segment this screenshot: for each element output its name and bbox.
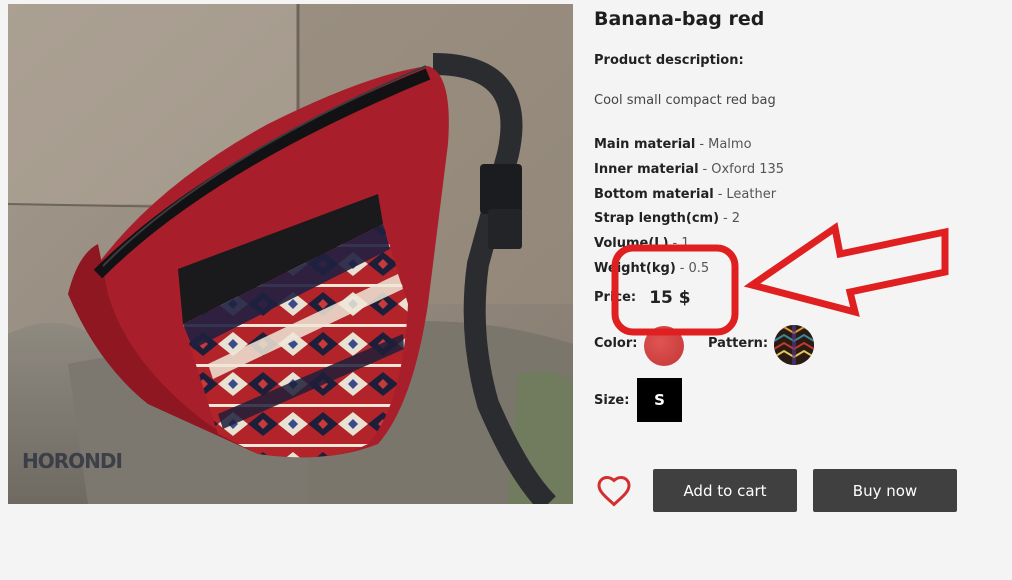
size-label: Size:	[594, 393, 630, 408]
spec-separator: -	[723, 211, 728, 227]
spec-key: Inner material	[594, 161, 699, 177]
spec-volume: Volume(L) -1	[594, 232, 784, 257]
description-heading: Product description:	[594, 53, 744, 68]
description-text: Cool small compact red bag	[594, 93, 776, 108]
product-image[interactable]: HORONDI	[8, 4, 573, 504]
color-swatch-red[interactable]	[644, 326, 684, 366]
product-photo-illustration	[8, 4, 573, 504]
wishlist-button[interactable]	[596, 473, 632, 509]
spec-separator: -	[679, 260, 685, 276]
spec-bottom-material: Bottom material - Leather	[594, 183, 784, 208]
spec-separator: -	[702, 161, 708, 177]
spec-key: Volume(L)	[594, 236, 669, 252]
spec-value: 1	[681, 236, 690, 252]
spec-value: Oxford 135	[711, 161, 785, 177]
spec-strap-length: Strap length(cm) -2	[594, 207, 784, 232]
color-label: Color:	[594, 336, 638, 351]
spec-value: 0.5	[688, 260, 710, 276]
spec-value: 2	[731, 211, 741, 227]
product-title: Banana-bag red	[594, 8, 765, 30]
spec-key: Main material	[594, 137, 696, 152]
size-option-s[interactable]: S	[637, 378, 682, 422]
spec-weight: Weight(kg) -0.5	[594, 257, 784, 282]
pattern-swatch[interactable]	[774, 325, 814, 365]
price-row: Price: 15 $	[594, 287, 691, 308]
price-label: Price:	[594, 290, 637, 305]
pattern-thumbnail	[774, 325, 814, 365]
spec-separator: -	[699, 137, 705, 152]
price-value: 15 $	[649, 287, 691, 308]
spec-separator: -	[717, 186, 723, 202]
heart-icon	[597, 475, 631, 507]
buy-now-button[interactable]: Buy now	[813, 469, 957, 512]
spec-key: Strap length(cm)	[594, 211, 720, 227]
product-page: HORONDI Banana-bag red Product descripti…	[0, 0, 1012, 580]
add-to-cart-button[interactable]: Add to cart	[653, 469, 797, 512]
pattern-label: Pattern:	[708, 336, 769, 351]
spec-value: Malmo	[708, 137, 752, 152]
spec-key: Bottom material	[594, 186, 714, 202]
brand-watermark: HORONDI	[22, 449, 123, 473]
spec-inner-material: Inner material - Oxford 135	[594, 158, 784, 183]
spec-separator: -	[672, 236, 678, 252]
spec-key: Weight(kg)	[594, 260, 676, 276]
spec-list: Main material - Malmo Inner material - Oxfor…	[594, 133, 784, 282]
spec-main-material: Main material - Malmo	[594, 133, 784, 158]
spec-value: Leather	[726, 186, 777, 202]
